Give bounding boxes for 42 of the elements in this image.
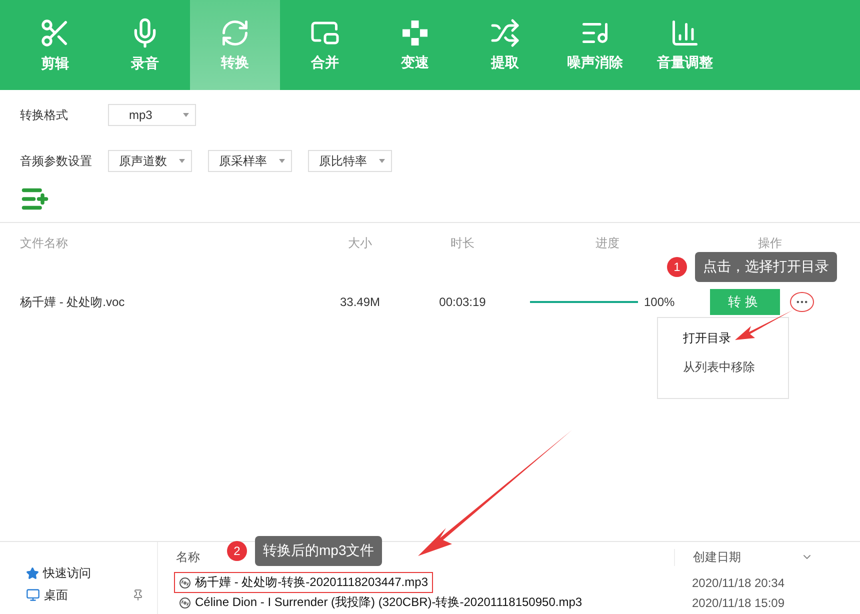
caret-icon [279,159,285,163]
star-icon [26,566,39,580]
callout-tooltip: 点击，选择打开目录 [695,252,837,282]
bar-chart-icon [670,18,700,48]
caret-icon [183,113,189,117]
file-size: 33.49M [338,295,382,309]
progress-text: 100% [644,295,675,309]
step-badge: 1 [667,257,687,277]
file-date: 2020/11/18 20:34 [691,576,786,590]
column-header: 时长 [450,234,476,252]
column-header[interactable]: 名称 [176,548,200,566]
sidebar-item[interactable]: 快速访问 [43,564,91,582]
sidebar-item[interactable]: 桌面 [44,586,68,604]
more-button[interactable] [790,292,814,312]
format-select[interactable]: mp3 [108,104,196,126]
param-select[interactable]: 原比特率 [308,150,392,172]
column-header[interactable]: 创建日期 [693,548,741,566]
column-header: 进度 [594,234,620,252]
param-select[interactable]: 原采样率 [208,150,292,172]
dpad-icon [400,18,430,48]
refresh-icon [220,18,250,48]
caret-icon [179,159,185,163]
desktop-icon [26,588,40,602]
column-header: 文件名称 [20,234,69,252]
callout-tooltip: 转换后的mp3文件 [255,536,382,566]
column-header: 操作 [757,234,783,252]
caret-icon [379,159,385,163]
step-badge: 2 [227,541,247,561]
column-header: 大小 [347,234,373,252]
file-duration: 00:03:19 [438,295,487,309]
file-item[interactable]: Céline Dion - I Surrender (我投降) (320CBR)-转换-20201118150950.mp3 [174,592,588,613]
menu-item[interactable]: 从列表中移除 [658,359,788,376]
shuffle-icon [490,18,520,48]
audio-file-icon [179,596,191,608]
audio-params-label: 音频参数设置 [20,152,92,170]
menu-item[interactable]: 打开目录 [658,330,788,347]
format-label: 转换格式 [20,106,69,124]
audio-file-icon [179,576,191,588]
param-select[interactable]: 原声道数 [108,150,192,172]
file-date: 2020/11/18 15:09 [691,596,786,610]
file-item[interactable]: 杨千嬅 - 处处吻-转换-20201118203447.mp3 [174,572,433,593]
file-name: 杨千嬅 - 处处吻.voc [20,294,126,310]
